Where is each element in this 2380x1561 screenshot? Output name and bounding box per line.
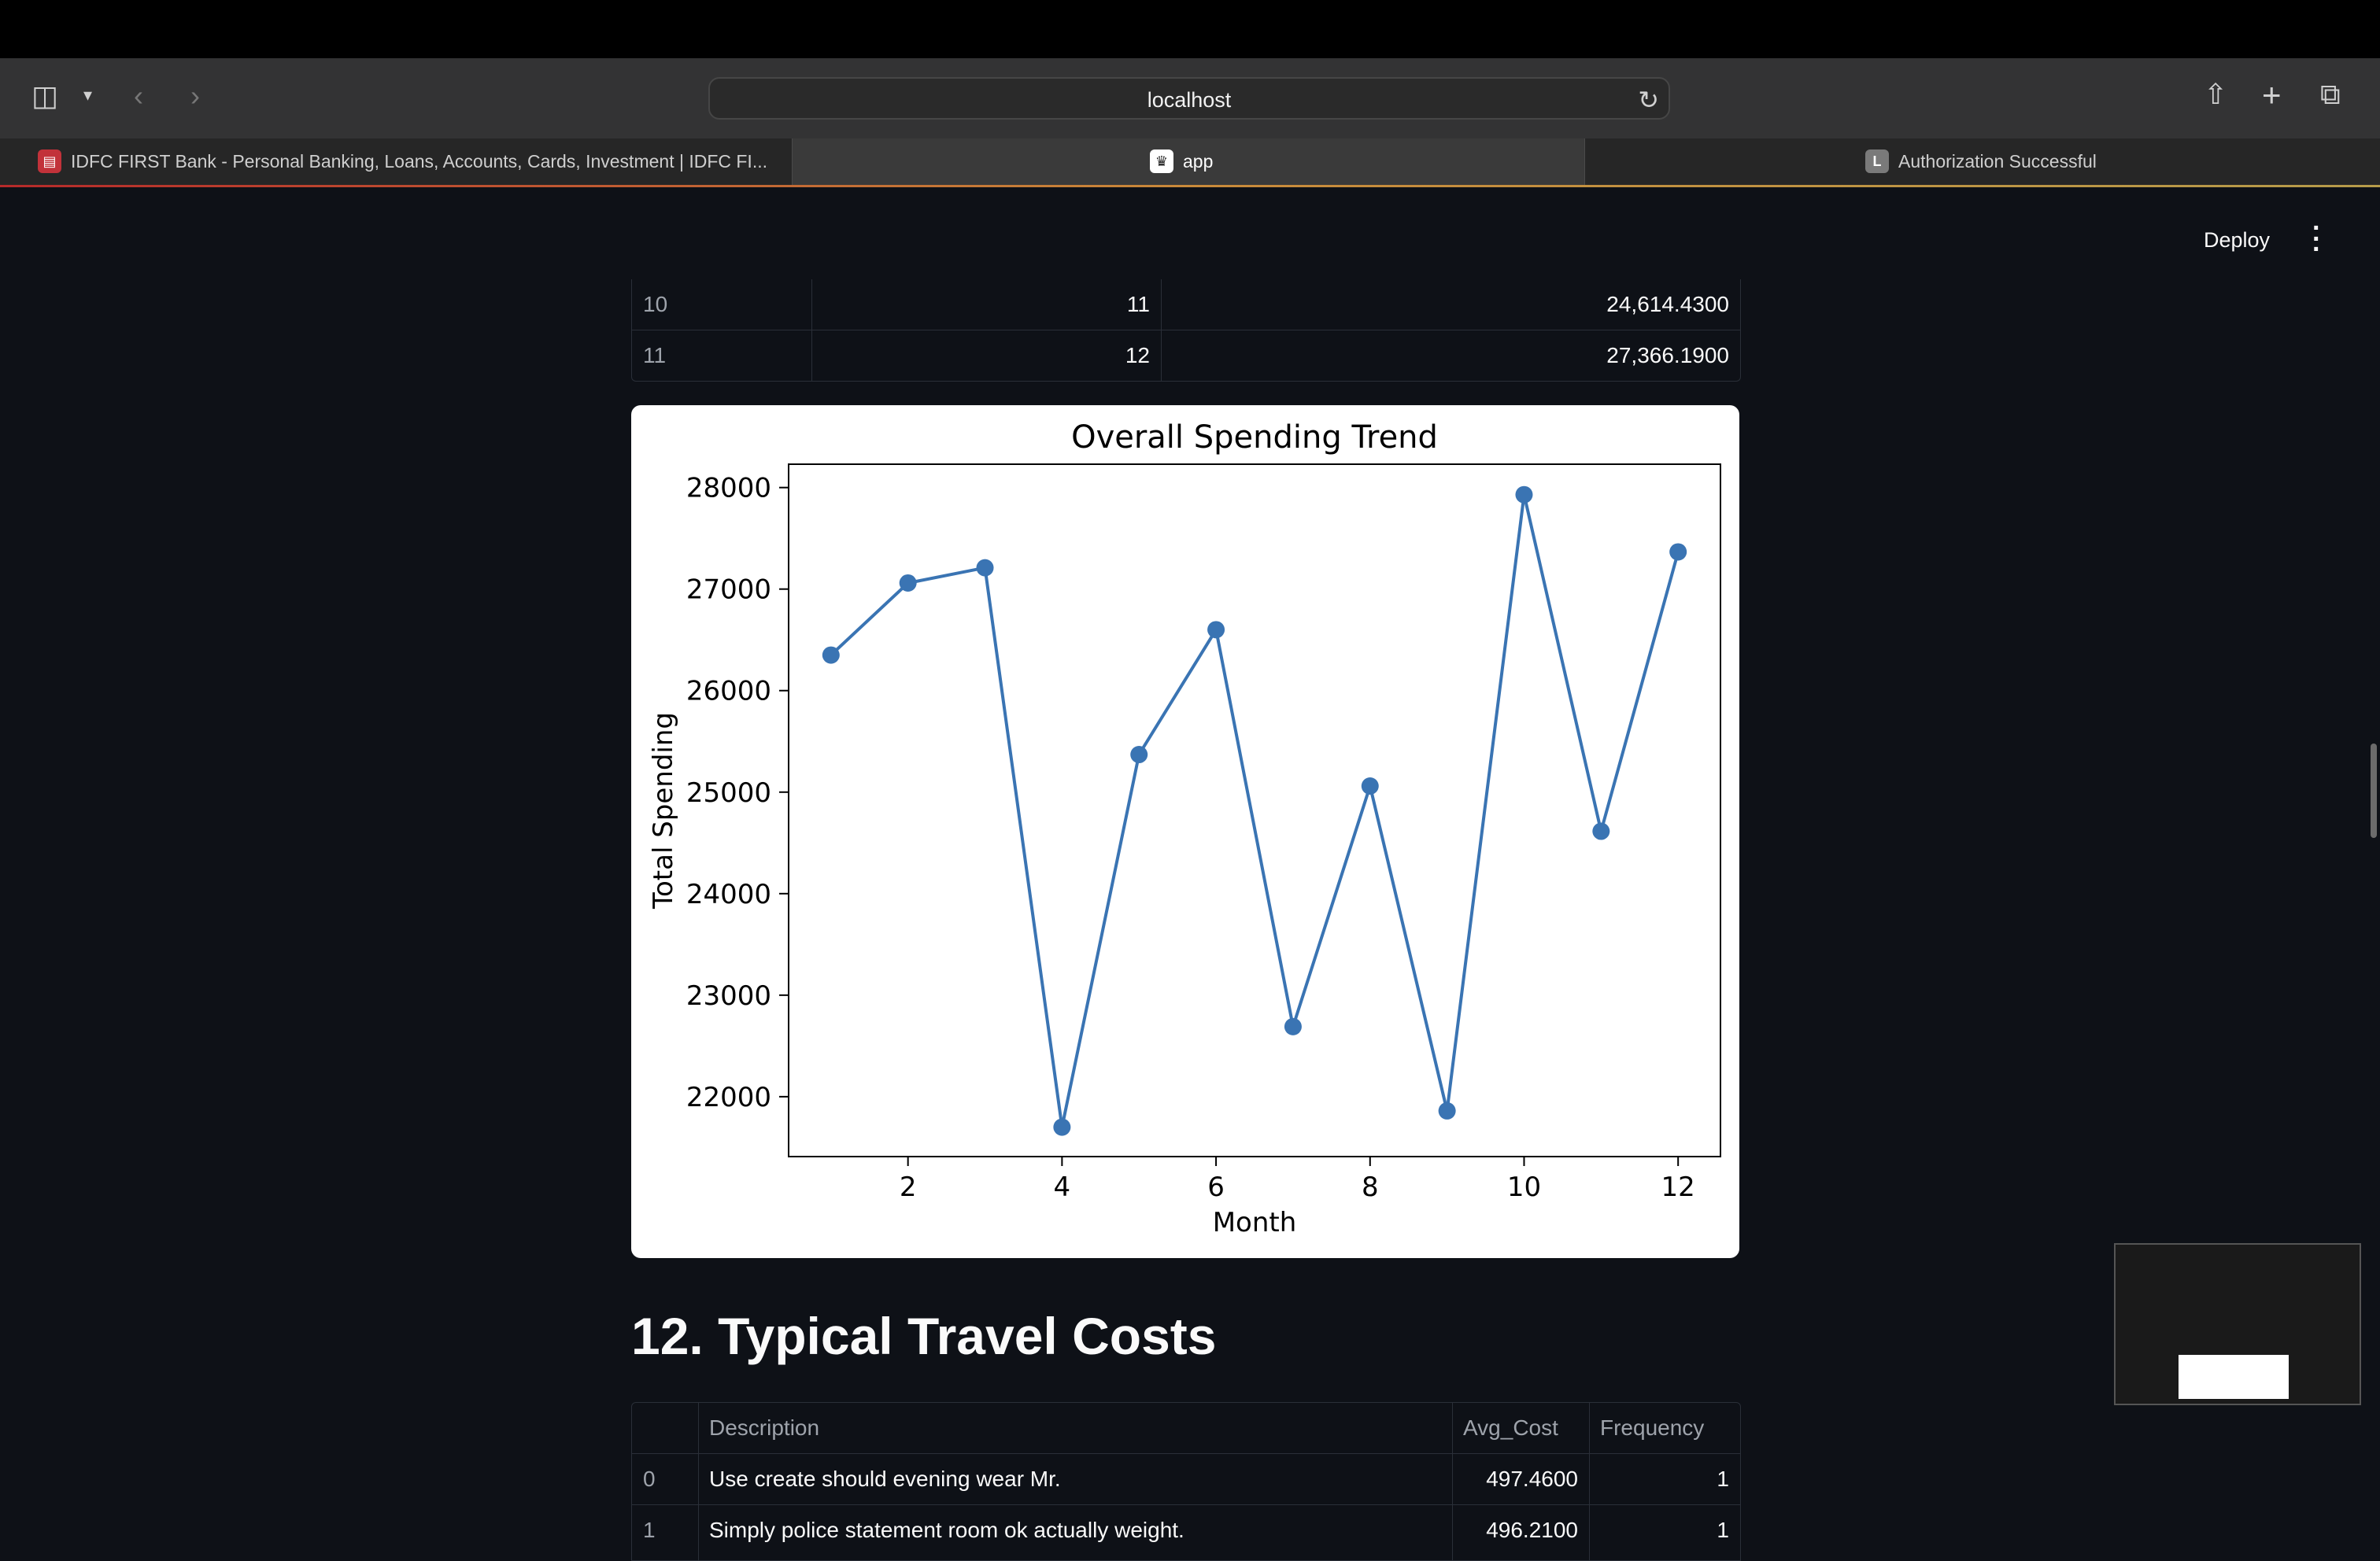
data-point: [1284, 1017, 1302, 1035]
x-tick-label: 12: [1661, 1172, 1695, 1203]
x-tick-label: 4: [1054, 1172, 1071, 1203]
month-cell: 12: [1125, 343, 1150, 367]
data-point: [899, 574, 917, 592]
tab-label: app: [1183, 151, 1214, 172]
data-point: [1207, 621, 1225, 639]
chart-title: Overall Spending Trend: [1071, 419, 1438, 456]
sidebar-toggle-icon[interactable]: ◫: [31, 82, 58, 110]
header-description[interactable]: Description: [709, 1403, 819, 1453]
tab-strip: ▤ IDFC FIRST Bank - Personal Banking, Lo…: [0, 138, 2380, 186]
travel-costs-table: Description Avg_Cost Frequency 0 Use cre…: [631, 1402, 1741, 1561]
row-index: 11: [643, 343, 667, 367]
tab-authorization[interactable]: L Authorization Successful: [1585, 138, 2380, 186]
avg-cost-cell: 497.4600: [1486, 1467, 1578, 1491]
table-row[interactable]: 10 11 24,614.4300: [632, 279, 1740, 330]
y-tick-label: 25000: [686, 777, 771, 809]
tab-app[interactable]: ♛ app: [792, 138, 1585, 186]
y-tick-label: 26000: [686, 676, 771, 707]
section-heading: 12. Typical Travel Costs: [631, 1307, 1217, 1365]
description-cell: Simply police statement room ok actually…: [709, 1518, 1184, 1542]
data-points: [822, 485, 1687, 1136]
row-index: 0: [643, 1467, 656, 1491]
series-line: [830, 494, 1680, 1128]
table-header-row: Description Avg_Cost Frequency: [632, 1403, 1740, 1454]
idfc-icon: ▤: [38, 149, 61, 173]
avg-cost-cell: 496.2100: [1486, 1518, 1578, 1542]
streamlit-crown-icon: ♛: [1150, 149, 1173, 173]
x-ticks: 2 4 6 8 10 12: [900, 1157, 1695, 1203]
scrollbar-thumb[interactable]: [2371, 744, 2377, 838]
data-point: [976, 559, 994, 577]
x-tick-label: 8: [1362, 1172, 1379, 1203]
chevron-down-icon[interactable]: ▾: [83, 87, 92, 104]
y-tick-label: 27000: [686, 574, 771, 606]
header-avg-cost[interactable]: Avg_Cost: [1463, 1403, 1558, 1453]
y-tick-label: 23000: [686, 980, 771, 1012]
url-text: localhost: [1147, 88, 1232, 112]
x-tick-label: 2: [900, 1172, 917, 1203]
y-tick-label: 24000: [686, 879, 771, 910]
l-icon: L: [1865, 149, 1889, 173]
menu-bar: [0, 0, 2380, 58]
table-row[interactable]: 1 Simply police statement room ok actual…: [632, 1505, 1740, 1555]
x-tick-label: 6: [1207, 1172, 1225, 1203]
row-index: 10: [643, 292, 668, 316]
spending-trend-chart: Overall Spending Trend Month Total Spend…: [648, 419, 1721, 1238]
kebab-menu-icon[interactable]: · · ·: [2312, 215, 2321, 263]
y-tick-label: 22000: [686, 1082, 771, 1113]
plot-frame: [788, 463, 1721, 1157]
description-cell: Use create should evening wear Mr.: [709, 1467, 1061, 1491]
data-point: [1361, 777, 1379, 795]
y-tick-label: 28000: [686, 473, 771, 504]
data-point: [822, 646, 840, 664]
table-row[interactable]: 11 12 27,366.1900: [632, 330, 1740, 381]
forward-icon[interactable]: ›: [190, 82, 200, 110]
reload-icon[interactable]: ↻: [1638, 85, 1659, 115]
share-icon[interactable]: ⇧: [2204, 80, 2227, 109]
tab-label: IDFC FIRST Bank - Personal Banking, Loan…: [71, 151, 767, 172]
month-cell: 11: [1126, 292, 1150, 316]
page-preview-thumbnail[interactable]: [2114, 1243, 2361, 1405]
data-point: [1592, 822, 1610, 840]
data-point: [1669, 543, 1687, 561]
total-cell: 27,366.1900: [1606, 343, 1729, 367]
frequency-cell: 1: [1717, 1467, 1729, 1491]
data-point: [1130, 746, 1148, 764]
new-tab-icon[interactable]: +: [2262, 79, 2282, 112]
total-cell: 24,614.4300: [1606, 292, 1729, 316]
spending-trend-chart-card: Overall Spending Trend Month Total Spend…: [631, 405, 1739, 1258]
y-axis-label: Total Spending: [648, 712, 679, 910]
address-bar[interactable]: localhost ↻: [708, 77, 1670, 120]
x-axis-label: Month: [1213, 1207, 1297, 1238]
tab-label: Authorization Successful: [1898, 151, 2097, 172]
data-point: [1515, 485, 1533, 504]
data-point: [1438, 1102, 1456, 1120]
tab-idfc[interactable]: ▤ IDFC FIRST Bank - Personal Banking, Lo…: [0, 138, 792, 186]
back-icon[interactable]: ‹: [134, 82, 143, 110]
deploy-button[interactable]: Deploy: [2204, 228, 2270, 253]
table-row[interactable]: 0 Use create should evening wear Mr. 497…: [632, 1454, 1740, 1505]
monthly-spending-table: 10 11 24,614.4300 11 12 27,366.1900: [631, 279, 1741, 382]
x-tick-label: 10: [1507, 1172, 1541, 1203]
tab-overview-icon[interactable]: ⧉: [2320, 80, 2341, 109]
header-frequency[interactable]: Frequency: [1600, 1403, 1704, 1453]
data-point: [1053, 1118, 1071, 1136]
row-index: 1: [643, 1518, 656, 1542]
preview-chart: [2179, 1355, 2289, 1399]
y-ticks: 22000 23000 24000 25000 26000 27000 28000: [686, 473, 789, 1113]
frequency-cell: 1: [1717, 1518, 1729, 1542]
